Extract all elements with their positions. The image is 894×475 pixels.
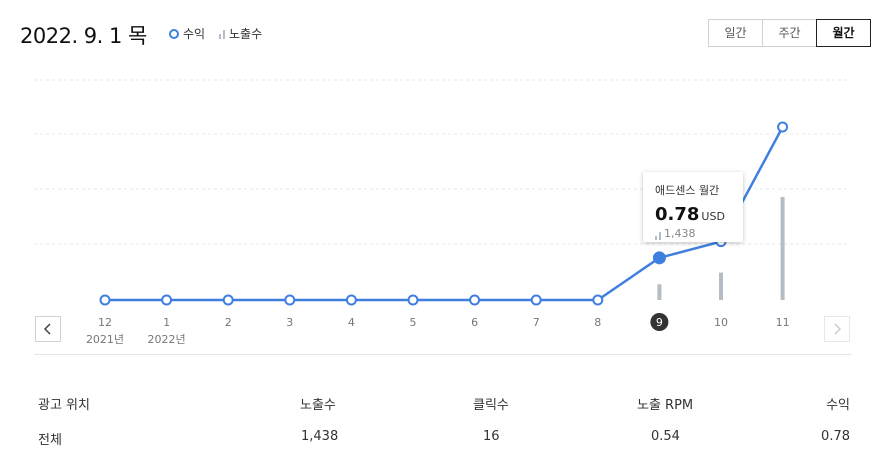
x-tick-label: 3 — [286, 316, 293, 329]
cell-impressions: 1,438 — [301, 429, 339, 444]
revenue-point — [592, 294, 604, 306]
tooltip-value: 0.78 — [655, 204, 700, 225]
revenue-chart: 12 2021년 1 2022년 2 3 4 5 6 7 8 9 10 11 — [34, 79, 851, 346]
tooltip-value-row: 0.78 USD — [655, 204, 731, 225]
year-label: 2021년 — [86, 333, 124, 346]
x-tick-label: 11 — [776, 316, 790, 329]
x-tick-label: 5 — [410, 316, 417, 329]
chart-tooltip: 애드센스 월간 0.78 USD 1,438 — [643, 172, 743, 242]
x-tick-label: 1 — [163, 316, 170, 329]
revenue-point — [652, 251, 666, 265]
col-header-clicks: 클릭수 — [473, 398, 509, 413]
revenue-point — [99, 294, 111, 306]
revenue-point — [284, 294, 296, 306]
next-button[interactable] — [824, 316, 850, 342]
col-header-ad-position: 광고 위치 — [38, 398, 90, 413]
revenue-point — [469, 294, 481, 306]
tooltip-title: 애드센스 월간 — [655, 184, 720, 197]
tooltip-unit: USD — [701, 210, 725, 223]
cell-clicks: 16 — [483, 429, 500, 444]
x-tick-label: 9 — [656, 316, 663, 329]
revenue-point — [530, 294, 542, 306]
bar-icon — [655, 231, 661, 240]
x-tick-label: 6 — [471, 316, 478, 329]
impression-bar — [719, 272, 723, 300]
revenue-point — [161, 294, 173, 306]
prev-button[interactable] — [35, 316, 61, 342]
chevron-left-icon — [43, 323, 51, 335]
revenue-point — [777, 121, 789, 133]
impression-bar — [780, 197, 785, 300]
x-tick-label: 4 — [348, 316, 355, 329]
x-tick-label: 12 — [98, 316, 112, 329]
col-header-revenue: 수익 — [826, 398, 850, 413]
year-label: 2022년 — [148, 333, 186, 346]
revenue-point — [345, 294, 357, 306]
revenue-point — [222, 294, 234, 306]
impression-bar — [657, 284, 662, 300]
tab-monthly[interactable]: 월간 — [816, 19, 871, 47]
x-tick-label: 2 — [225, 316, 232, 329]
cell-rpm: 0.54 — [651, 429, 680, 444]
x-tick-label: 8 — [594, 316, 601, 329]
tooltip-impressions: 1,438 — [655, 227, 731, 240]
x-tick-label: 7 — [533, 316, 540, 329]
x-tick-label: 10 — [714, 316, 728, 329]
col-header-impressions: 노출수 — [300, 398, 336, 413]
divider — [34, 354, 851, 355]
col-header-rpm: 노출 RPM — [637, 398, 694, 413]
cell-revenue: 0.78 — [821, 429, 850, 444]
chevron-right-icon — [834, 323, 842, 335]
revenue-point — [407, 294, 419, 306]
tooltip-impressions-value: 1,438 — [664, 227, 696, 240]
cell-ad-position: 전체 — [38, 433, 62, 448]
